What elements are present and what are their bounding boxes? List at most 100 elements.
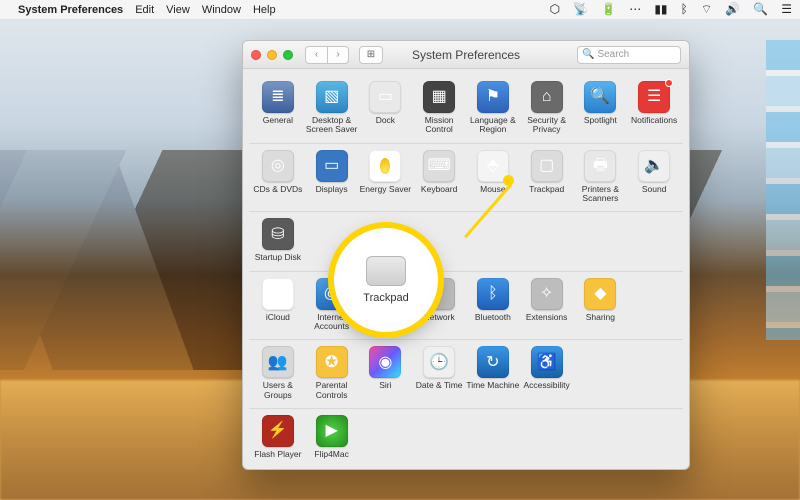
pref-flash-player[interactable]: ⚡ Flash Player	[251, 415, 305, 459]
pref-label: Dock	[376, 116, 395, 125]
pref-accessibility[interactable]: ♿Accessibility	[520, 346, 574, 400]
pref-security-privacy[interactable]: ⌂Security & Privacy	[520, 81, 574, 135]
flash-icon: ⚡	[262, 415, 294, 447]
pref-printers-scanners[interactable]: 🖶Printers & Scanners	[574, 150, 628, 204]
pref-label: Keyboard	[421, 185, 457, 194]
pref-label: Sharing	[586, 313, 615, 322]
pref-label: Time Machine	[466, 381, 519, 390]
notification-badge	[665, 79, 673, 87]
pref-label: Flip4Mac	[314, 450, 348, 459]
pref-mouse[interactable]: ⬘ Mouse	[466, 150, 520, 204]
pref-spotlight[interactable]: 🔍Spotlight	[574, 81, 628, 135]
spotlight-icon: 🔍	[584, 81, 616, 113]
menubar-app-name[interactable]: System Preferences	[18, 4, 123, 16]
flip4mac-icon: ▶	[316, 415, 348, 447]
pref-label: Flash Player	[254, 450, 301, 459]
pref-users-groups[interactable]: 👥Users & Groups	[251, 346, 305, 400]
spotlight-menu-icon[interactable]: 🔍	[753, 2, 768, 16]
pref-label: Extensions	[526, 313, 568, 322]
pref-siri[interactable]: ◉ Siri	[359, 346, 413, 400]
back-button[interactable]: ‹	[305, 46, 327, 64]
pref-bluetooth[interactable]: ᛒBluetooth	[466, 278, 520, 332]
pref-label: Desktop & Screen Saver	[305, 116, 359, 135]
menubar-right: ⬡ 📡 🔋 ⋯ ▮▮ ᛒ ⌔ 🔊 🔍 ☰	[540, 2, 792, 17]
language-icon: ⚑	[477, 81, 509, 113]
mission-icon: ▦	[423, 81, 455, 113]
pref-displays[interactable]: ▭Displays	[305, 150, 359, 204]
pref-row: ≣General▧Desktop & Screen Saver ▭ Dock ▦ Mis…	[249, 75, 683, 144]
pref-label: Startup Disk	[255, 253, 301, 262]
search-field[interactable]: 🔍 Search	[577, 46, 681, 64]
callout-label: Trackpad	[363, 292, 408, 304]
menubar: System Preferences Edit View Window Help…	[0, 0, 800, 20]
pref-label: Notifications	[631, 116, 677, 125]
antenna-icon[interactable]: 📡	[573, 2, 588, 16]
pref-label: Parental Controls	[305, 381, 359, 400]
callout-trackpad: Trackpad	[334, 228, 438, 332]
menu-view[interactable]: View	[166, 4, 190, 16]
pref-parental-controls[interactable]: ✪ Parental Controls	[305, 346, 359, 400]
zoom-button[interactable]	[283, 50, 293, 60]
pref-flip4mac[interactable]: ▶ Flip4Mac	[305, 415, 359, 459]
pref-label: Siri	[379, 381, 391, 390]
pref-label: Language & Region	[466, 116, 520, 135]
bars-icon[interactable]: ▮▮	[654, 2, 667, 16]
search-icon: 🔍	[582, 49, 594, 60]
pref-trackpad[interactable]: ▢Trackpad	[520, 150, 574, 204]
pref-sound[interactable]: 🔈Sound	[627, 150, 681, 204]
pref-label: Bluetooth	[475, 313, 511, 322]
mouse-icon: ⬘	[477, 150, 509, 182]
pref-row: ☁iCloud@Internet Accounts●NetworkᛒBlueto…	[249, 272, 683, 341]
system-preferences-window: ‹ › ⊞ System Preferences 🔍 Search ≣Gener…	[242, 40, 690, 470]
pref-label: Printers & Scanners	[574, 185, 628, 204]
pref-extensions[interactable]: ✧Extensions	[520, 278, 574, 332]
notification-center-icon[interactable]: ☰	[781, 2, 792, 16]
close-button[interactable]	[251, 50, 261, 60]
pref-sharing[interactable]: ◆ Sharing	[574, 278, 628, 332]
sharing-icon: ◆	[584, 278, 616, 310]
icloud-icon: ☁	[262, 278, 294, 310]
pref-notifications[interactable]: ☰Notifications	[627, 81, 681, 135]
pref-cds-dvds[interactable]: ◎CDs & DVDs	[251, 150, 305, 204]
forward-button[interactable]: ›	[327, 46, 349, 64]
siri-icon: ◉	[369, 346, 401, 378]
pref-row: ◎CDs & DVDs▭DisplaysEnergy Saver⌨Keyboar…	[249, 144, 683, 213]
pref-time-machine[interactable]: ↻Time Machine	[466, 346, 520, 400]
dots-icon[interactable]: ⋯	[629, 2, 641, 16]
menu-window[interactable]: Window	[202, 4, 241, 16]
pref-label: Mouse	[480, 185, 506, 194]
pref-general[interactable]: ≣General	[251, 81, 305, 135]
pref-date-time[interactable]: 🕒Date & Time	[412, 346, 466, 400]
preference-grid: ≣General▧Desktop & Screen Saver ▭ Dock ▦ Mis…	[243, 69, 689, 470]
pref-label: Energy Saver	[360, 185, 412, 194]
pref-language-region[interactable]: ⚑ Language & Region	[466, 81, 520, 135]
cds-icon: ◎	[262, 150, 294, 182]
menu-help[interactable]: Help	[253, 4, 276, 16]
pref-energy-saver[interactable]: Energy Saver	[359, 150, 413, 204]
pref-icloud[interactable]: ☁ iCloud	[251, 278, 305, 332]
dock-icon: ▭	[369, 81, 401, 113]
pref-label: iCloud	[266, 313, 290, 322]
pref-startup-disk[interactable]: ⛁Startup Disk	[251, 218, 305, 262]
accessibility-icon: ♿	[531, 346, 563, 378]
bluetooth-menu-icon[interactable]: ᛒ	[681, 2, 688, 16]
pref-label: Displays	[316, 185, 348, 194]
wifi-icon[interactable]: ⌔	[701, 2, 712, 16]
pixelation-overlay	[766, 40, 800, 340]
volume-icon[interactable]: 🔊	[725, 2, 740, 16]
pref-row: ⚡ Flash Player ▶ Flip4Mac	[249, 409, 683, 467]
titlebar: ‹ › ⊞ System Preferences 🔍 Search	[243, 41, 689, 69]
minimize-button[interactable]	[267, 50, 277, 60]
pref-label: Mission Control	[412, 116, 466, 135]
dropbox-icon[interactable]: ⬡	[550, 2, 560, 16]
pref-keyboard[interactable]: ⌨Keyboard	[412, 150, 466, 204]
pref-desktop-screen-saver[interactable]: ▧Desktop & Screen Saver	[305, 81, 359, 135]
battery-icon[interactable]: 🔋	[601, 2, 616, 16]
menu-edit[interactable]: Edit	[135, 4, 154, 16]
parental-icon: ✪	[316, 346, 348, 378]
pref-label: Date & Time	[416, 381, 463, 390]
pref-mission-control[interactable]: ▦ Mission Control	[412, 81, 466, 135]
search-placeholder: Search	[597, 49, 629, 60]
pref-dock[interactable]: ▭ Dock	[359, 81, 413, 135]
show-all-button[interactable]: ⊞	[359, 46, 383, 64]
